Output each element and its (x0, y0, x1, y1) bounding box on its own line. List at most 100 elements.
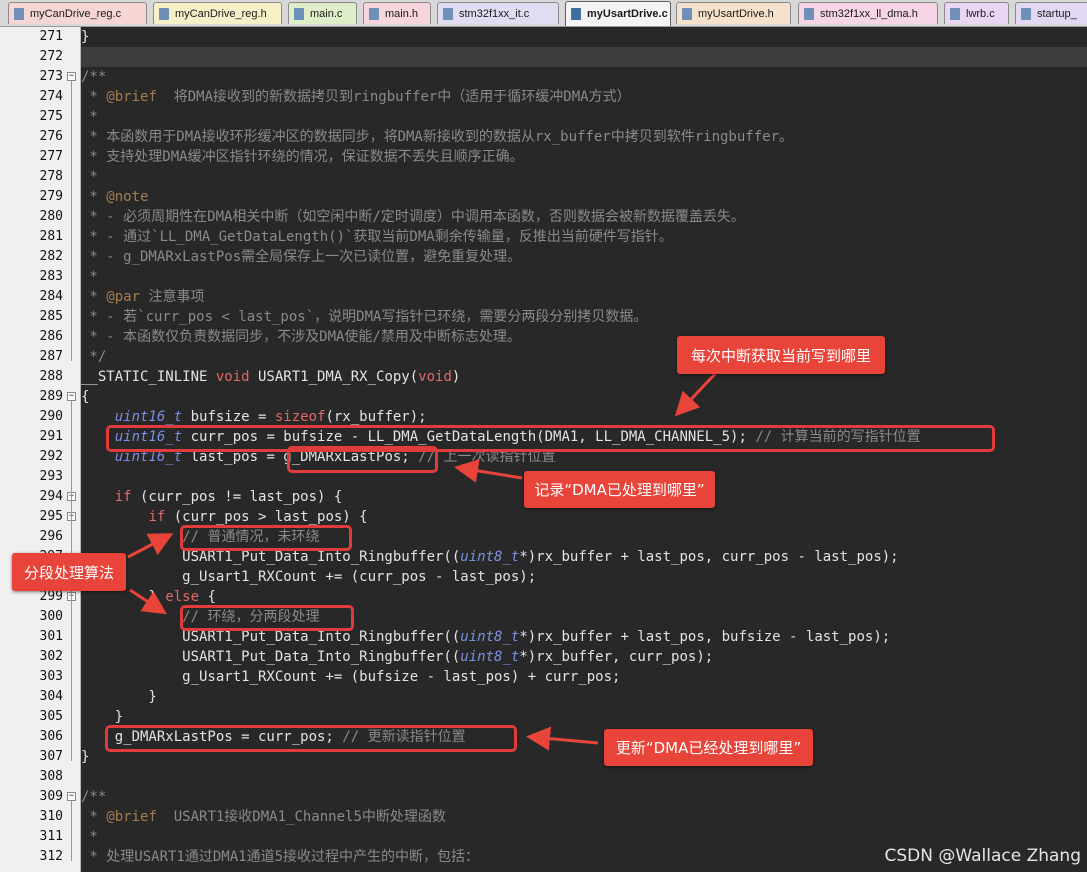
tab-lwrb-c[interactable]: lwrb.c (944, 2, 1009, 24)
c-file-icon (571, 8, 581, 20)
code-line[interactable]: USART1_Put_Data_Into_Ringbuffer((uint8_t… (81, 647, 713, 667)
tab-startup[interactable]: startup_ (1015, 2, 1087, 24)
line-number: 275 (39, 109, 63, 124)
code-line[interactable]: * @note (81, 187, 148, 207)
tab-stm32f1xx-it-c[interactable]: stm32f1xx_it.c (437, 2, 559, 24)
line-number: 282 (39, 249, 63, 264)
tab-label: main.h (385, 7, 419, 20)
fold-toggle-icon[interactable]: − (67, 392, 76, 401)
line-number: 286 (39, 329, 63, 344)
tab-stm32f1xx-ll-dma-h[interactable]: stm32f1xx_ll_dma.h (798, 2, 938, 24)
line-number: 295 (39, 509, 63, 524)
current-line-highlight (81, 47, 1087, 67)
code-line[interactable]: g_Usart1_RXCount += (bufsize - last_pos)… (81, 667, 620, 687)
line-number: 287 (39, 349, 63, 364)
line-number: 288 (39, 369, 63, 384)
tab-mycandrive-reg-h[interactable]: myCanDrive_reg.h (153, 2, 282, 24)
code-line[interactable]: } (81, 687, 156, 707)
line-number: 310 (39, 809, 63, 824)
code-line[interactable]: uint16_t bufsize = sizeof(rx_buffer); (81, 407, 427, 427)
code-line[interactable]: g_Usart1_RXCount += (curr_pos - last_pos… (81, 567, 536, 587)
h-file-icon (682, 7, 692, 20)
line-number: 305 (39, 709, 63, 724)
callout-get-write-position: 每次中断获取当前写到哪里 (677, 336, 885, 374)
code-line[interactable]: /** (81, 787, 106, 807)
line-number: 284 (39, 289, 63, 304)
c-file-icon (294, 7, 304, 20)
tab-label: myUsartDrive.c (587, 8, 668, 20)
line-number: 312 (39, 849, 63, 864)
tab-main-h[interactable]: main.h (363, 2, 431, 24)
watermark: CSDN @Wallace Zhang (884, 846, 1082, 866)
line-number: 309 (39, 789, 63, 804)
code-line[interactable]: if (curr_pos != last_pos) { (81, 487, 343, 507)
tab-label: startup_ (1037, 7, 1077, 20)
code-line[interactable]: } (81, 27, 89, 47)
tab-label: stm32f1xx_it.c (459, 7, 530, 20)
code-line[interactable]: * 支持处理DMA缓冲区指针环绕的情况，保证数据不丢失且顺序正确。 (81, 147, 523, 167)
tab-label: main.c (310, 7, 343, 20)
code-line[interactable]: __STATIC_INLINE void USART1_DMA_RX_Copy(… (81, 367, 460, 387)
code-line[interactable]: * @brief USART1接收DMA1_Channel5中断处理函数 (81, 807, 445, 827)
tab-label: myCanDrive_reg.h (175, 7, 267, 20)
callout-update-processed-position: 更新“DMA已经处理到哪里” (604, 729, 813, 766)
code-line[interactable]: } (81, 707, 123, 727)
callout-record-processed-position: 记录“DMA已处理到哪里” (524, 471, 715, 508)
fold-guide-line (71, 801, 72, 861)
code-line[interactable]: /** (81, 67, 106, 87)
h-file-icon (369, 7, 379, 20)
tab-label: lwrb.c (966, 7, 995, 20)
line-number: 291 (39, 429, 63, 444)
code-line[interactable]: } (81, 747, 89, 767)
editor-tab-bar: myCanDrive_reg.c myCanDrive_reg.h main.c ma… (0, 0, 1087, 27)
line-number: 306 (39, 729, 63, 744)
tab-myusartdrive-h[interactable]: myUsartDrive.h (676, 2, 791, 24)
line-number: 304 (39, 689, 63, 704)
h-file-icon (159, 7, 169, 20)
highlight-box-last-pos (287, 446, 438, 473)
line-number-gutter: 271 272 273−274 275 276 277 278 279 280 281 282 283… (0, 27, 81, 872)
code-line[interactable]: * - 若`curr_pos < last_pos`，说明DMA写指针已环绕，需… (81, 307, 647, 327)
line-number: 293 (39, 469, 63, 484)
tab-label: myCanDrive_reg.c (30, 7, 122, 20)
line-number: 274 (39, 89, 63, 104)
line-number: 280 (39, 209, 63, 224)
code-line[interactable]: * - g_DMARxLastPos需全局保存上一次已读位置，避免重复处理。 (81, 247, 521, 267)
highlight-box-normal-case (180, 525, 352, 551)
fold-guide-line (71, 81, 72, 361)
tab-main-c[interactable]: main.c (288, 2, 357, 24)
fold-toggle-icon[interactable]: − (67, 72, 76, 81)
line-number: 273 (39, 69, 63, 84)
code-line[interactable]: * @par 注意事项 (81, 287, 204, 307)
code-line[interactable]: * - 通过`LL_DMA_GetDataLength()`获取当前DMA剩余传… (81, 227, 672, 247)
line-number: 307 (39, 749, 63, 764)
line-number: 311 (39, 829, 63, 844)
code-line[interactable]: * (81, 107, 97, 127)
line-number: 276 (39, 129, 63, 144)
asm-file-icon (1021, 7, 1031, 20)
code-line[interactable]: * (81, 267, 97, 287)
tab-label: stm32f1xx_ll_dma.h (820, 7, 918, 20)
line-number: 301 (39, 629, 63, 644)
tab-myusartdrive-c[interactable]: myUsartDrive.c (565, 1, 671, 26)
code-line[interactable]: * (81, 167, 97, 187)
code-line[interactable]: { (81, 387, 89, 407)
code-line[interactable]: if (curr_pos > last_pos) { (81, 507, 367, 527)
highlight-box-curr-pos (106, 425, 995, 452)
line-number: 292 (39, 449, 63, 464)
callout-segment-algorithm: 分段处理算法 (12, 553, 126, 591)
code-line[interactable]: * 本函数用于DMA接收环形缓冲区的数据同步，将DMA新接收到的数据从rx_bu… (81, 127, 793, 147)
tab-mycandrive-reg-c[interactable]: myCanDrive_reg.c (8, 2, 147, 24)
code-line[interactable]: * - 本函数仅负责数据同步，不涉及DMA使能/禁用及中断标志处理。 (81, 327, 520, 347)
line-number: 272 (39, 49, 63, 64)
fold-toggle-icon[interactable]: − (67, 792, 76, 801)
code-line[interactable]: * @brief 将DMA接收到的新数据拷贝到ringbuffer中（适用于循环… (81, 87, 630, 107)
code-line[interactable]: * - 必须周期性在DMA相关中断（如空闲中断/定时调度）中调用本函数，否则数据… (81, 207, 744, 227)
code-line[interactable]: * 处理USART1通过DMA1通道5接收过程中产生的中断，包括： (81, 847, 479, 867)
line-number: 281 (39, 229, 63, 244)
line-number: 279 (39, 189, 63, 204)
code-line[interactable]: * (81, 827, 97, 847)
line-number: 289 (39, 389, 63, 404)
line-number: 302 (39, 649, 63, 664)
code-line[interactable]: */ (81, 347, 106, 367)
